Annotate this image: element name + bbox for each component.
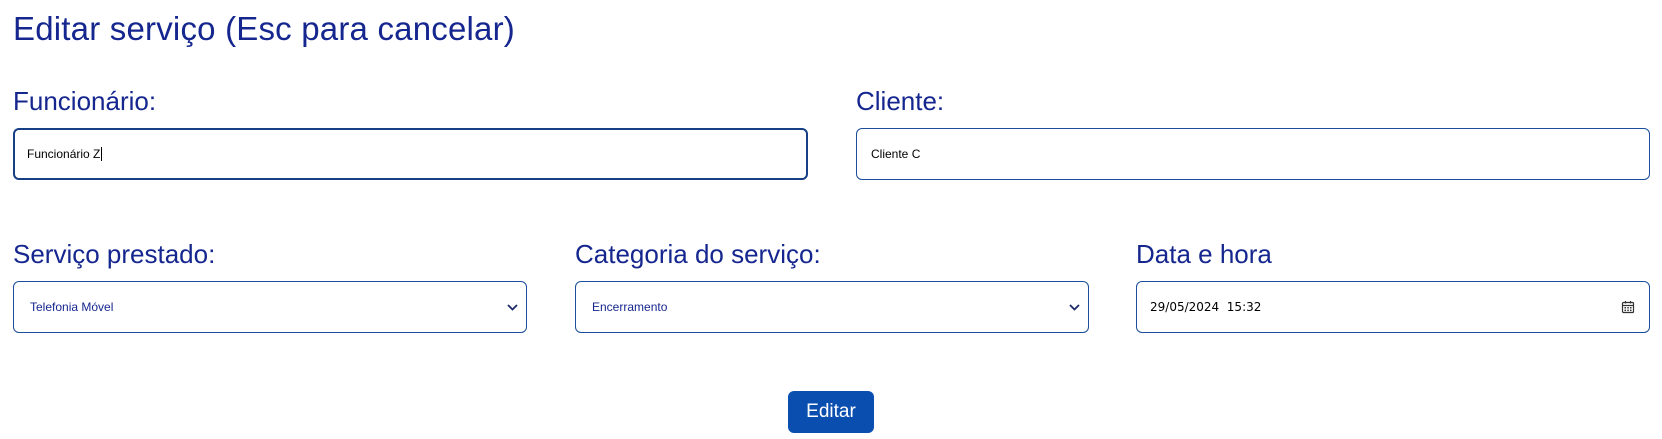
chevron-down-icon	[506, 301, 518, 313]
service-select[interactable]: Telefonia Móvel	[13, 281, 527, 333]
client-label: Cliente:	[856, 86, 945, 116]
chevron-down-icon	[1068, 301, 1080, 313]
calendar-icon[interactable]	[1621, 300, 1635, 314]
client-input[interactable]: Cliente C	[856, 128, 1650, 180]
client-input-value: Cliente C	[871, 147, 921, 161]
category-select-value: Encerramento	[592, 300, 668, 314]
service-select-value: Telefonia Móvel	[30, 300, 114, 314]
edit-service-page: Editar serviço (Esc para cancelar) Funci…	[0, 0, 1662, 439]
category-select[interactable]: Encerramento	[575, 281, 1089, 333]
datetime-label: Data e hora	[1136, 239, 1272, 269]
text-caret	[101, 147, 103, 161]
service-label: Serviço prestado:	[13, 239, 216, 269]
datetime-input-value: 29/05/2024 15:32	[1150, 300, 1262, 314]
page-title: Editar serviço (Esc para cancelar)	[13, 10, 515, 47]
datetime-input[interactable]: 29/05/2024 15:32	[1136, 281, 1650, 333]
employee-input[interactable]: Funcionário Z	[13, 128, 808, 180]
employee-label: Funcionário:	[13, 86, 157, 116]
edit-button[interactable]: Editar	[788, 391, 874, 433]
category-label: Categoria do serviço:	[575, 239, 821, 269]
employee-input-value: Funcionário Z	[27, 147, 101, 161]
